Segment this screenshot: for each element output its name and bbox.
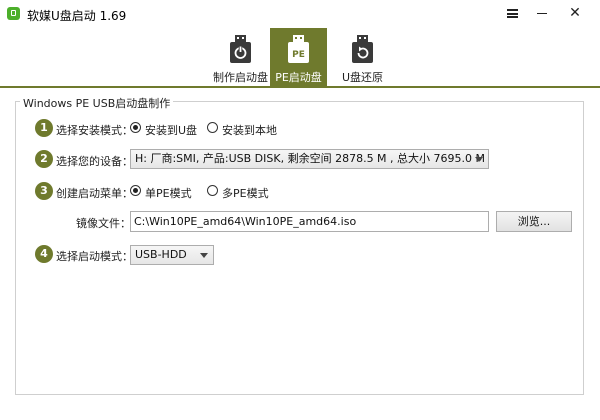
- multi-pe-label[interactable]: 多PE模式: [222, 185, 269, 201]
- multi-pe-radio[interactable]: [207, 185, 218, 196]
- step-4-badge: 4: [35, 245, 53, 263]
- window-title: 软媒U盘启动 1.69: [27, 9, 127, 23]
- tab-label: U盘还原: [341, 71, 384, 84]
- boot-mode-select[interactable]: USB-HDD: [130, 245, 214, 265]
- install-to-usb-label[interactable]: 安装到U盘: [145, 122, 197, 138]
- app-logo-icon: [7, 7, 20, 20]
- browse-button[interactable]: 浏览...: [496, 211, 572, 232]
- step-1-badge: 1: [35, 119, 53, 137]
- boot-mode-label: 选择启动模式：: [56, 250, 133, 263]
- image-file-label: 镜像文件：: [76, 217, 131, 230]
- tab-label: 制作启动盘: [213, 71, 268, 84]
- tab-make-boot-disk[interactable]: 制作启动盘: [212, 28, 269, 86]
- minimize-icon: [537, 12, 547, 14]
- boot-menu-label: 创建启动菜单：: [56, 187, 133, 200]
- usb-restore-icon: [352, 35, 373, 63]
- device-select-value: H: 厂商:SMI, 产品:USB DISK, 剩余空间 2878.5 M , …: [135, 152, 486, 165]
- device-label: 选择您的设备：: [56, 155, 133, 168]
- step-3-badge: 3: [35, 182, 53, 200]
- pe-badge: PE: [292, 50, 305, 60]
- minimize-button[interactable]: [527, 0, 557, 26]
- boot-mode-value: USB-HDD: [135, 248, 187, 261]
- install-to-local-radio[interactable]: [207, 122, 218, 133]
- chevron-down-icon: [200, 253, 208, 258]
- usb-power-icon: [230, 35, 251, 63]
- title-bar: 软媒U盘启动 1.69 ✕: [0, 0, 600, 28]
- tab-pe-boot-disk[interactable]: PE PE启动盘: [270, 28, 327, 86]
- install-to-local-label[interactable]: 安装到本地: [222, 122, 277, 138]
- install-mode-label: 选择安装模式：: [56, 124, 133, 137]
- chevron-down-icon: [475, 157, 483, 162]
- close-button[interactable]: ✕: [560, 0, 590, 26]
- single-pe-radio[interactable]: [130, 185, 141, 196]
- single-pe-label[interactable]: 单PE模式: [145, 185, 192, 201]
- group-title: Windows PE USB启动盘制作: [20, 95, 174, 111]
- toolbar: 制作启动盘 PE PE启动盘 U盘还原: [0, 28, 600, 88]
- tab-usb-restore[interactable]: U盘还原: [334, 28, 391, 86]
- close-icon: ✕: [569, 5, 581, 21]
- image-path-input[interactable]: C:\Win10PE_amd64\Win10PE_amd64.iso: [130, 211, 489, 232]
- tab-label: PE启动盘: [275, 71, 322, 84]
- hamburger-icon: [506, 9, 518, 18]
- menu-button[interactable]: [497, 0, 527, 26]
- usb-pe-icon: PE: [288, 35, 309, 63]
- step-2-badge: 2: [35, 150, 53, 168]
- install-to-usb-radio[interactable]: [130, 122, 141, 133]
- device-select[interactable]: H: 厂商:SMI, 产品:USB DISK, 剩余空间 2878.5 M , …: [130, 149, 489, 169]
